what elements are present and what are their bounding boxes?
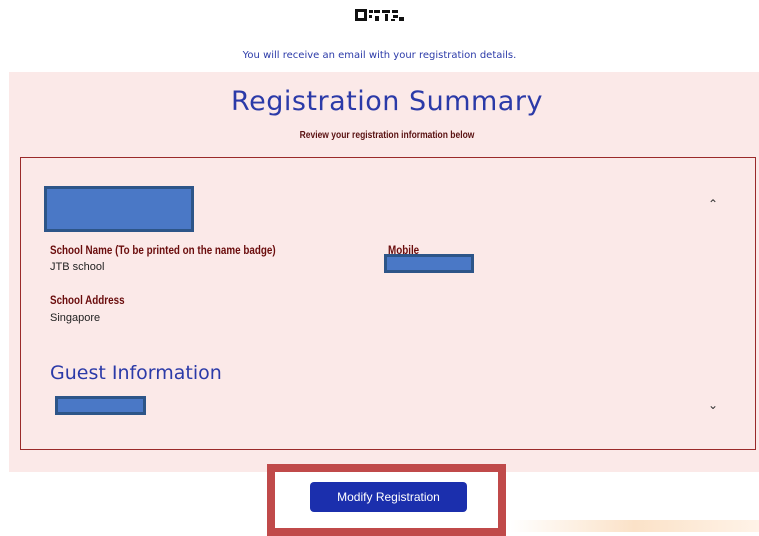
page-subtitle: Review your registration information bel… (299, 130, 475, 141)
chevron-up-icon[interactable]: ⌃ (705, 197, 721, 213)
redacted-mobile-value (384, 254, 474, 273)
decorative-gradient (510, 520, 759, 532)
modify-registration-button[interactable]: Modify Registration (310, 482, 467, 512)
email-notice: You will receive an email with your regi… (242, 50, 517, 61)
redacted-guest-name (55, 396, 146, 415)
page-title: Registration Summary (231, 86, 543, 117)
guest-information-title: Guest Information (50, 362, 222, 384)
redacted-registrant-name (44, 186, 194, 232)
school-address-label: School Address (50, 293, 125, 307)
qr-code-icon (355, 9, 404, 21)
school-address-value: Singapore (50, 312, 101, 324)
chevron-down-icon[interactable]: ⌄ (705, 398, 721, 414)
school-name-value: JTB school (50, 261, 105, 273)
school-name-label: School Name (To be printed on the name b… (50, 243, 276, 257)
